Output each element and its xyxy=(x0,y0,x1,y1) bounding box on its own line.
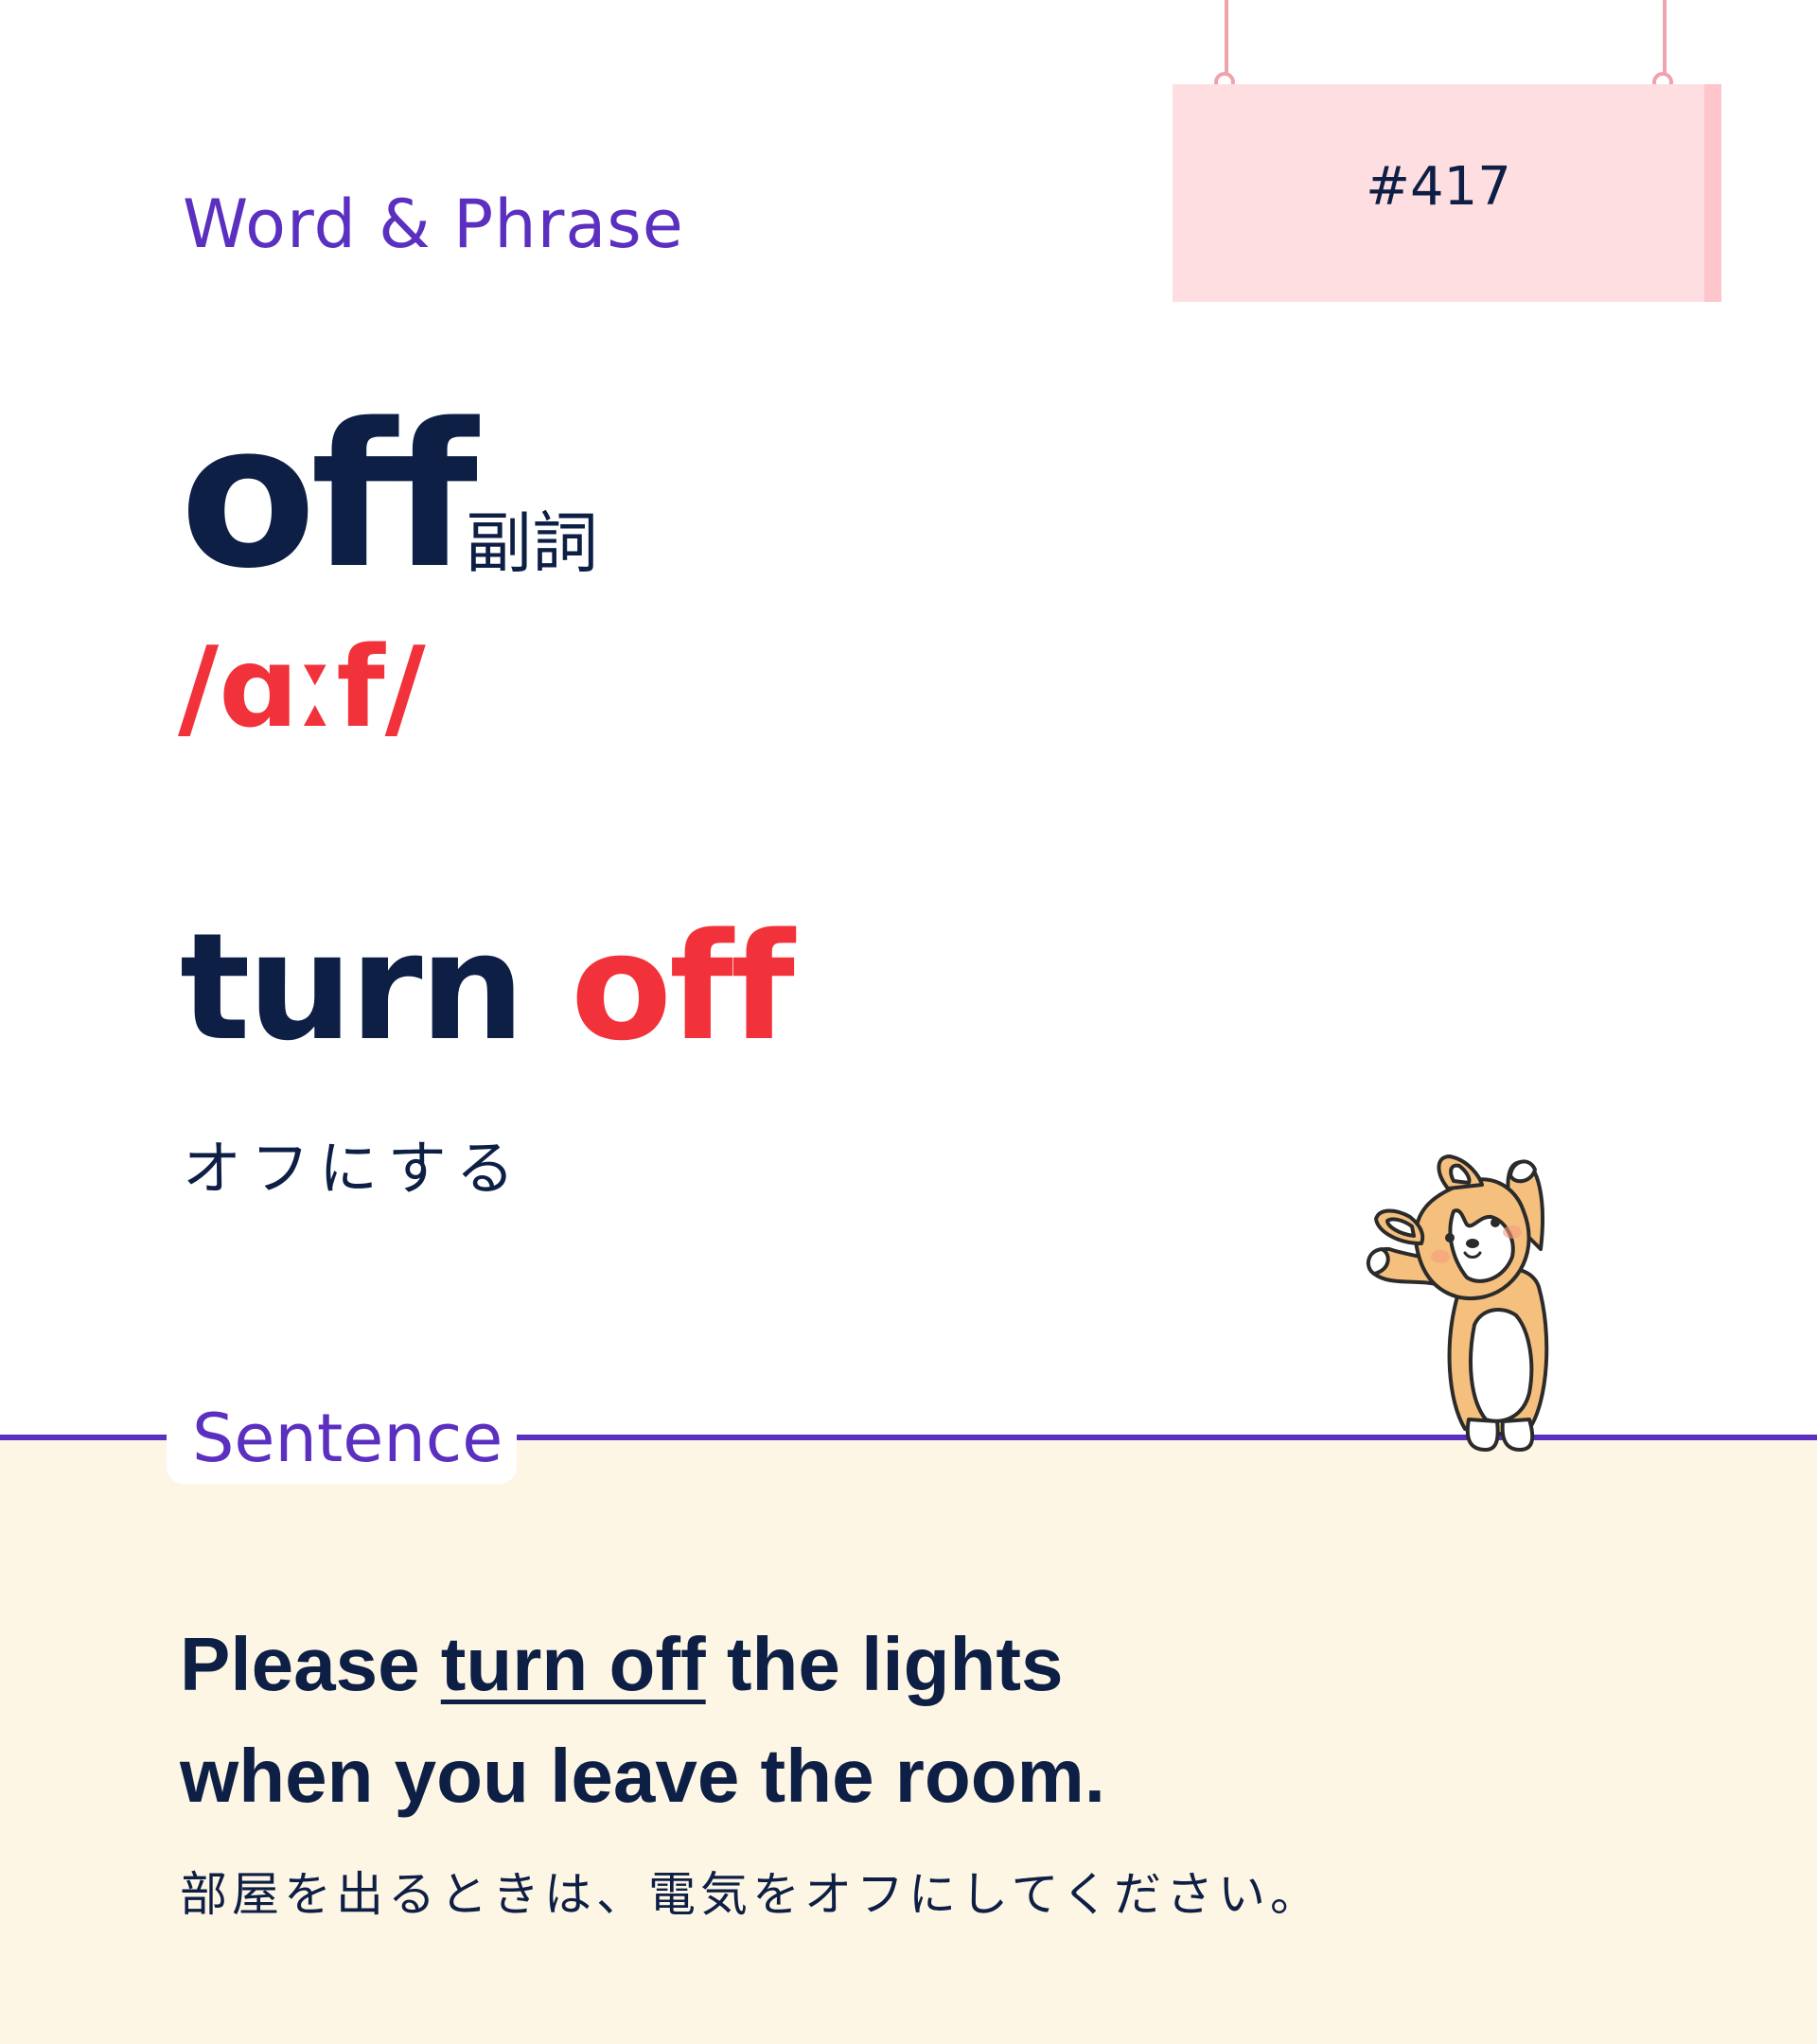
phrase-main: turn xyxy=(180,901,525,1073)
section-label-word-phrase: Word & Phrase xyxy=(183,185,684,263)
part-of-speech: 副詞 xyxy=(466,504,598,582)
sign-edge xyxy=(1704,84,1721,302)
entry-number: #417 xyxy=(1366,156,1511,218)
example-sentence: Please turn off the lights when you leave… xyxy=(180,1609,1105,1832)
phrase: turn off xyxy=(180,913,795,1061)
sentence-highlight: turn off xyxy=(440,1622,706,1706)
sentence-line1-before: Please xyxy=(180,1622,441,1706)
sentence-line2: when you leave the room. xyxy=(180,1734,1106,1818)
sign-string-right xyxy=(1663,0,1667,74)
section-label-sentence: Sentence xyxy=(192,1400,503,1477)
headword: off xyxy=(180,380,478,612)
sentence-translation: 部屋を出るときは、電気をオフにしてください。 xyxy=(180,1867,1322,1922)
phrase-meaning: オフにする xyxy=(183,1134,524,1203)
sign-string-left xyxy=(1225,0,1228,74)
corgi-stretching-icon xyxy=(1366,1154,1549,1452)
sentence-line1-after: the lights xyxy=(705,1622,1064,1706)
number-sign: #417 xyxy=(1173,84,1721,302)
pronunciation: /ɑːf/ xyxy=(178,622,426,752)
phrase-accent: off xyxy=(570,901,795,1073)
